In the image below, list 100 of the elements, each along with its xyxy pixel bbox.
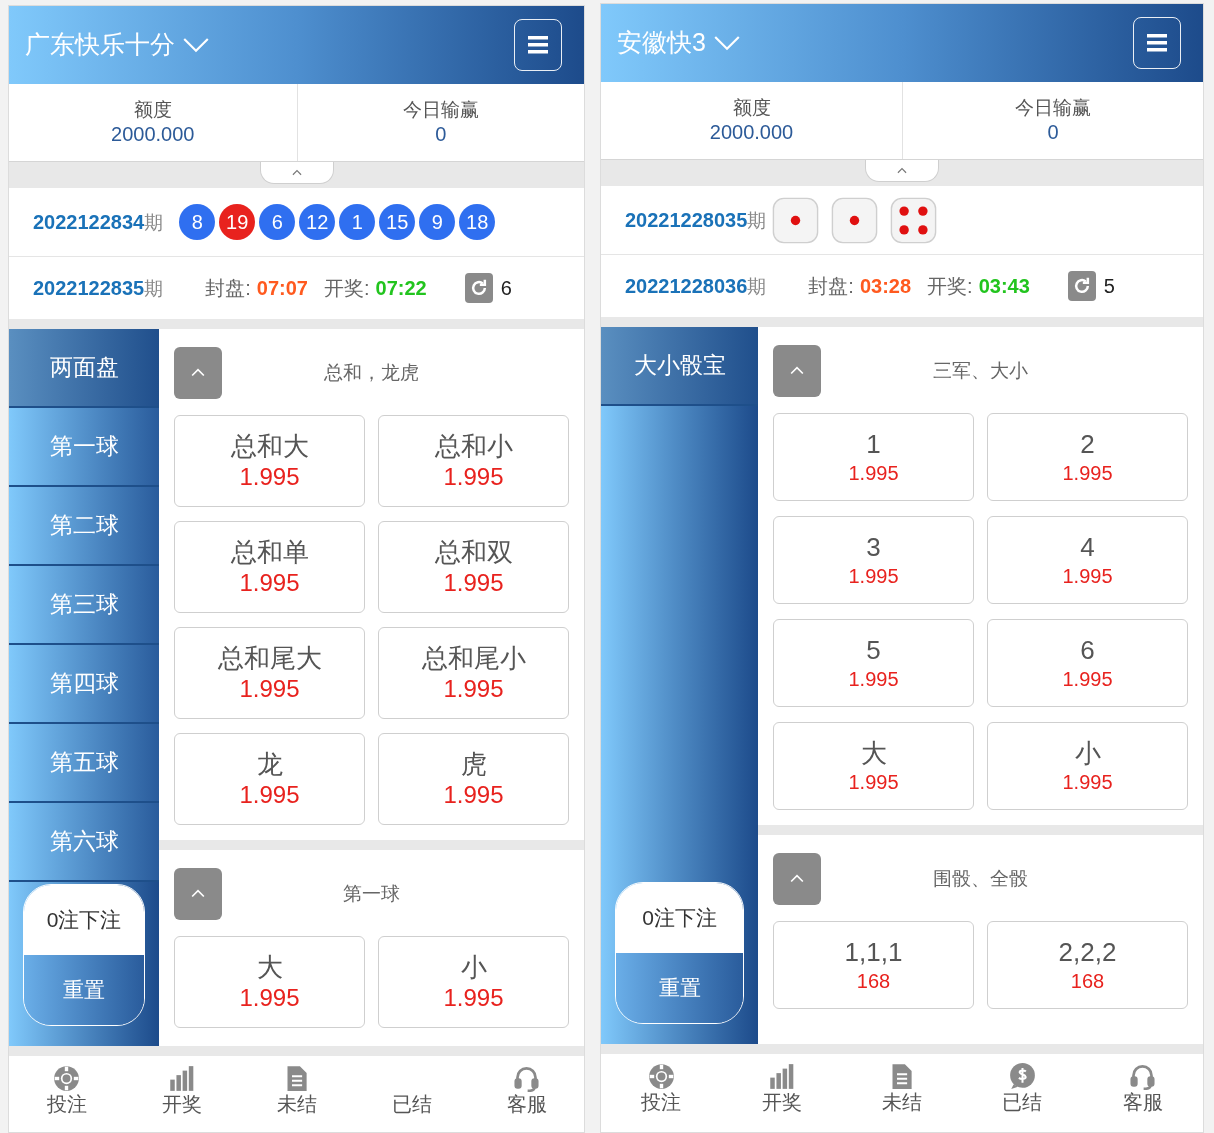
option-name: 总和双	[434, 535, 513, 569]
chevron-down-icon	[713, 35, 740, 51]
option-name: 5	[866, 634, 881, 667]
bet-option[interactable]: 大 1.995	[174, 936, 365, 1028]
section-title: 围骰、全骰	[933, 866, 1028, 891]
draw-label: 开奖:	[323, 276, 370, 301]
period-suffix: 期	[144, 276, 164, 301]
nav-tab[interactable]: 投注	[621, 1063, 702, 1115]
collapse-button[interactable]	[773, 853, 821, 905]
reset-button[interactable]: 重置	[24, 955, 144, 1025]
collapse-button[interactable]	[174, 868, 222, 920]
collapse-tab[interactable]	[259, 162, 334, 184]
period-suffix: 期	[747, 208, 767, 233]
option-name: 龙	[256, 747, 283, 781]
place-bet-button[interactable]: 0注下注	[616, 883, 743, 953]
menu-button[interactable]	[514, 19, 562, 71]
collapse-button[interactable]	[174, 347, 222, 399]
period-number: 2022122835	[33, 275, 145, 301]
option-name: 大	[256, 950, 283, 984]
bet-option[interactable]: 总和尾大 1.995	[174, 627, 365, 719]
nav-tab[interactable]: 开奖	[141, 1065, 222, 1117]
option-name: 总和单	[230, 535, 309, 569]
section-title: 三军、大小	[933, 358, 1028, 383]
bet-option[interactable]: 6 1.995	[987, 619, 1188, 707]
sidebar-item[interactable]: 两面盘	[9, 329, 159, 408]
close-label: 封盘:	[205, 276, 251, 301]
reset-button[interactable]: 重置	[616, 953, 743, 1023]
nav-tab[interactable]: 客服	[486, 1065, 567, 1117]
stat-label: 额度	[732, 96, 771, 120]
bet-option[interactable]: 总和大 1.995	[174, 415, 365, 507]
bet-option[interactable]: 5 1.995	[773, 619, 974, 707]
bet-option[interactable]: 龙 1.995	[174, 733, 365, 825]
option-odds: 1.995	[239, 983, 300, 1014]
stat-value: 0	[435, 121, 447, 147]
nav-tab[interactable]: 未结	[861, 1063, 942, 1115]
countdown-count: 5	[1103, 274, 1115, 299]
stat-value: 0	[1047, 119, 1059, 145]
collapse-button[interactable]	[773, 345, 821, 397]
bet-option[interactable]: 4 1.995	[987, 516, 1188, 604]
bet-option[interactable]: 总和尾小 1.995	[378, 627, 569, 719]
bar-chart-icon	[168, 1065, 195, 1092]
headset-icon	[1129, 1063, 1157, 1090]
sidebar-item[interactable]: 大小骰宝	[601, 327, 758, 406]
bet-option[interactable]: 总和双 1.995	[378, 521, 569, 613]
draw-time: 07:22	[375, 276, 427, 301]
bet-option[interactable]: 虎 1.995	[378, 733, 569, 825]
menu-button[interactable]	[1133, 17, 1181, 69]
option-name: 小	[460, 950, 487, 984]
close-time: 03:28	[859, 274, 912, 299]
bet-option[interactable]: 总和单 1.995	[174, 521, 365, 613]
nav-tab[interactable]: 已结	[371, 1065, 452, 1117]
option-name: 总和小	[434, 429, 513, 463]
menu-icon	[528, 36, 548, 54]
option-odds: 1.995	[443, 780, 504, 811]
die-icon	[890, 195, 938, 245]
nav-tab[interactable]: 未结	[256, 1065, 337, 1117]
option-odds: 1.995	[239, 780, 300, 811]
bet-option[interactable]: 总和小 1.995	[378, 415, 569, 507]
nav-tab[interactable]: 开奖	[741, 1063, 822, 1115]
option-odds: 1.995	[443, 674, 504, 705]
option-odds: 1.995	[848, 666, 899, 692]
option-name: 总和尾小	[421, 641, 526, 675]
section-title: 第一球	[343, 881, 400, 906]
option-name: 1,1,1	[844, 936, 903, 969]
bet-option[interactable]: 小 1.995	[378, 936, 569, 1028]
bet-option[interactable]: 1,1,1 168	[773, 921, 974, 1009]
close-label: 封盘:	[808, 274, 854, 299]
bet-option[interactable]: 大 1.995	[773, 722, 974, 810]
refresh-button[interactable]	[1067, 271, 1096, 301]
place-bet-button[interactable]: 0注下注	[24, 885, 144, 955]
option-odds: 1.995	[1062, 769, 1113, 795]
option-odds: 1.995	[443, 983, 504, 1014]
bet-option[interactable]: 2,2,2 168	[987, 921, 1188, 1009]
period-number: 20221228036	[625, 273, 748, 299]
refresh-button[interactable]	[464, 273, 493, 303]
option-name: 6	[1080, 634, 1095, 667]
option-name: 虎	[460, 747, 487, 781]
option-name: 小	[1074, 737, 1101, 770]
stat-label: 额度	[133, 98, 172, 122]
nav-tab[interactable]: 投注	[26, 1065, 107, 1117]
option-name: 1	[866, 428, 881, 461]
collapse-tab[interactable]	[865, 160, 939, 182]
draw-label: 开奖:	[927, 274, 973, 299]
bet-option[interactable]: 1 1.995	[773, 413, 974, 501]
bar-chart-icon	[768, 1063, 796, 1090]
bet-option[interactable]: 2 1.995	[987, 413, 1188, 501]
nav-tab[interactable]: 客服	[1102, 1063, 1183, 1115]
option-odds: 168	[1070, 968, 1105, 994]
nav-tab[interactable]: 已结	[982, 1063, 1063, 1115]
period-number: 2022122834	[33, 209, 145, 235]
option-odds: 1.995	[848, 460, 899, 486]
option-odds: 1.995	[239, 462, 300, 493]
bet-option[interactable]: 小 1.995	[987, 722, 1188, 810]
option-name: 总和尾大	[217, 641, 322, 675]
bet-option[interactable]: 3 1.995	[773, 516, 974, 604]
die-icon	[772, 195, 820, 245]
stat-label: 今日输赢	[1015, 96, 1091, 120]
option-odds: 168	[856, 968, 891, 994]
option-odds: 1.995	[1062, 563, 1113, 589]
section-title: 总和，龙虎	[324, 360, 419, 385]
